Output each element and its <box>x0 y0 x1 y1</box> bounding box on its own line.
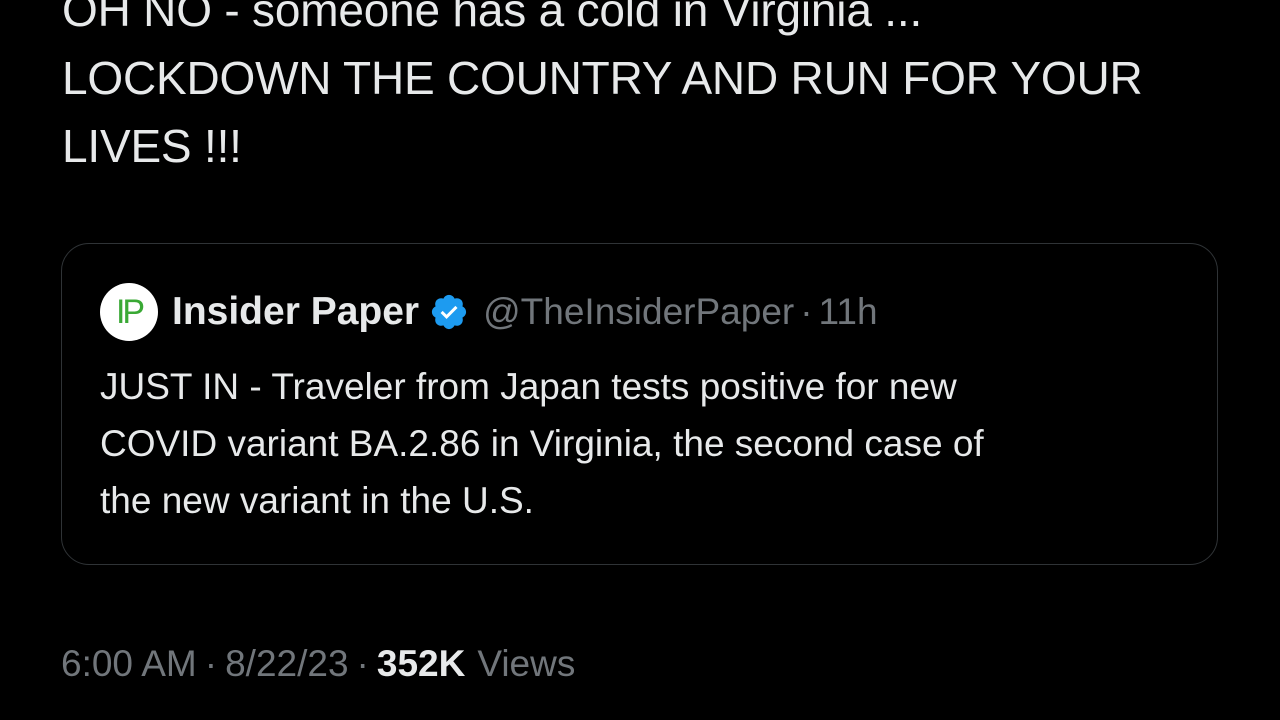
user-handle[interactable]: @TheInsiderPaper <box>483 291 794 333</box>
verified-badge-icon <box>432 294 467 330</box>
separator-dot: · <box>356 643 369 684</box>
separator-dot: · <box>204 643 218 684</box>
tweet-text-line: OH NO - someone has a cold in Virginia .… <box>62 0 923 36</box>
tweet-text: OH NO - someone has a cold in Virginia .… <box>62 0 1232 180</box>
tweet-meta: 6:00 AM · 8/22/23 · 352K Views <box>61 638 575 690</box>
tweet-text-line: LIVES !!! <box>62 120 242 172</box>
time-ago[interactable]: 11h <box>819 291 878 333</box>
quoted-tweet-header: IP Insider Paper @TheInsiderPaper · 11h <box>100 282 878 342</box>
separator-dot: · <box>800 291 813 332</box>
quoted-tweet-text: JUST IN - Traveler from Japan tests posi… <box>100 358 1190 529</box>
avatar[interactable]: IP <box>100 283 158 341</box>
views-count[interactable]: 352K <box>377 643 465 685</box>
quoted-tweet-line: the new variant in the U.S. <box>100 480 534 521</box>
views-label[interactable]: Views <box>477 643 575 685</box>
tweet-time[interactable]: 6:00 AM <box>61 643 197 685</box>
avatar-logo-text: IP <box>115 293 145 331</box>
display-name[interactable]: Insider Paper <box>172 290 419 334</box>
quoted-tweet-line: COVID variant BA.2.86 in Virginia, the s… <box>100 423 984 464</box>
tweet-date[interactable]: 8/22/23 <box>225 643 348 685</box>
quoted-tweet-line: JUST IN - Traveler from Japan tests posi… <box>100 366 957 407</box>
tweet-text-line: LOCKDOWN THE COUNTRY AND RUN FOR YOUR <box>62 52 1143 104</box>
quoted-tweet-card[interactable]: IP Insider Paper @TheInsiderPaper · 11h … <box>61 243 1218 565</box>
